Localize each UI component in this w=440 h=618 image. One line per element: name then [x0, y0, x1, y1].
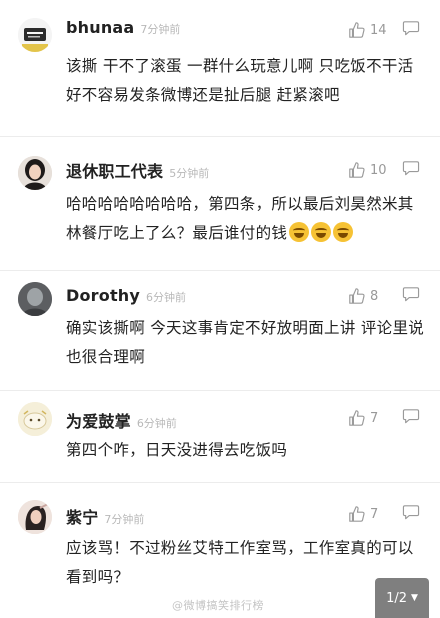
avatar[interactable] [18, 402, 52, 436]
commenter-name[interactable]: bhunaa [66, 18, 134, 37]
comment-actions: 7 [348, 408, 420, 428]
comment-time: 6分钟前 [146, 291, 187, 304]
thumbs-up-icon [349, 410, 365, 426]
comment-actions: 7 [348, 504, 420, 524]
comment-item: 退休职工代表 5分钟前 10 哈哈哈哈哈哈哈哈，第四条，所以最后刘昊然米其林餐厅… [0, 136, 440, 271]
comment-item: Dorothy 6分钟前 8 确实该撕啊 今天这事肯定不好放明面上讲 评论里说也… [0, 270, 440, 391]
comment-time: 7分钟前 [140, 23, 181, 36]
comment-text: 确实该撕啊 今天这事肯定不好放明面上讲 评论里说也很合理啊 [66, 319, 425, 366]
commenter-name[interactable]: 紫宁 [66, 504, 98, 528]
avatar[interactable] [18, 156, 52, 190]
comment-header: 为爱鼓掌 6分钟前 [66, 408, 177, 432]
thumbs-up-icon [349, 288, 365, 304]
like-button[interactable]: 7 [348, 505, 388, 523]
chevron-down-icon: ▼ [411, 593, 418, 603]
comment-bubble-icon [402, 287, 420, 302]
comment-text: 哈哈哈哈哈哈哈哈，第四条，所以最后刘昊然米其林餐厅吃上了么？最后谁付的钱 [66, 195, 414, 242]
thumbs-up-icon [349, 506, 365, 522]
commenter-name[interactable]: 为爱鼓掌 [66, 408, 131, 432]
page-indicator-button[interactable]: 1/2 ▼ [375, 578, 429, 618]
reply-button[interactable] [402, 286, 420, 306]
reply-button[interactable] [402, 20, 420, 40]
comment-time: 6分钟前 [136, 417, 177, 430]
laughing-tears-emoji-icon [311, 222, 332, 242]
comment-header: 紫宁 7分钟前 [66, 504, 144, 528]
comment-actions: 10 [348, 160, 420, 180]
like-count: 8 [370, 288, 379, 304]
like-count: 7 [370, 410, 379, 426]
reply-button[interactable] [402, 408, 420, 428]
comment-item: 为爱鼓掌 6分钟前 7 第四个咋，日天没进得去吃饭吗 [0, 390, 440, 483]
comment-header: bhunaa 7分钟前 [66, 18, 180, 42]
thumbs-up-icon [349, 22, 365, 38]
commenter-name[interactable]: Dorothy [66, 286, 140, 305]
thumbs-up-icon [349, 162, 365, 178]
comment-bubble-icon [402, 161, 420, 176]
comment-header: Dorothy 6分钟前 [66, 286, 186, 310]
comment-bubble-icon [402, 505, 420, 520]
commenter-name[interactable]: 退休职工代表 [66, 158, 163, 182]
like-button[interactable]: 10 [348, 161, 388, 179]
watermark: @微博搞笑排行榜 [172, 599, 264, 612]
comment-actions: 14 [348, 20, 420, 40]
reply-button[interactable] [402, 504, 420, 524]
like-button[interactable]: 8 [348, 287, 388, 305]
comment-time: 5分钟前 [169, 167, 210, 180]
like-count: 14 [370, 22, 387, 38]
reply-button[interactable] [402, 160, 420, 180]
comment-text: 第四个咋，日天没进得去吃饭吗 [66, 441, 288, 459]
comment-actions: 8 [348, 286, 420, 306]
laughing-tears-emoji-icon [289, 222, 310, 242]
comment-header: 退休职工代表 5分钟前 [66, 158, 209, 182]
comment-time: 7分钟前 [104, 513, 145, 526]
avatar[interactable] [18, 500, 52, 534]
like-button[interactable]: 14 [348, 21, 388, 39]
page-indicator-label: 1/2 [386, 590, 407, 606]
like-button[interactable]: 7 [348, 409, 388, 427]
comment-text: 应该骂！不过粉丝艾特工作室骂，工作室真的可以看到吗？ [66, 539, 414, 586]
like-count: 10 [370, 162, 387, 178]
comment-bubble-icon [402, 409, 420, 424]
comment-text-wrapper: 哈哈哈哈哈哈哈哈，第四条，所以最后刘昊然米其林餐厅吃上了么？最后谁付的钱 [66, 190, 426, 248]
laughing-tears-emoji-icon [333, 222, 354, 242]
avatar[interactable] [18, 282, 52, 316]
comment-item: bhunaa 7分钟前 14 该撕 干不了滚蛋 一群什么玩意儿啊 只吃饭不干活 … [0, 0, 440, 137]
comment-text: 该撕 干不了滚蛋 一群什么玩意儿啊 只吃饭不干活 好不容易发条微博还是扯后腿 赶… [66, 57, 414, 104]
like-count: 7 [370, 506, 379, 522]
comment-bubble-icon [402, 21, 420, 36]
avatar[interactable] [18, 18, 52, 52]
